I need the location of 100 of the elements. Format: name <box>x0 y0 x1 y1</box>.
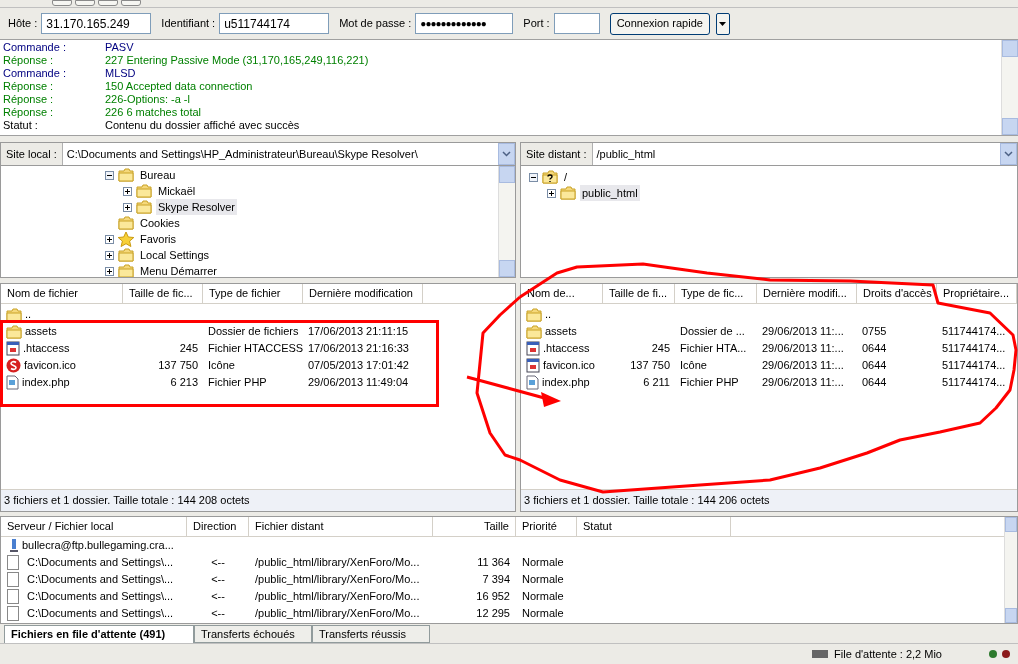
field-label: Identifiant : <box>161 16 216 32</box>
tab[interactable]: Fichiers en file d'attente (491) <box>4 625 194 643</box>
expand-icon[interactable] <box>105 234 114 244</box>
column-header[interactable]: Serveur / Fichier local <box>1 517 187 536</box>
column-header[interactable]: Taille de fi... <box>603 284 675 303</box>
table-cell-text: 137 750 <box>158 358 198 374</box>
log-message: 226 6 matches total <box>105 106 201 119</box>
tab[interactable]: Transferts échoués <box>194 625 312 643</box>
column-header[interactable]: Direction <box>187 517 249 536</box>
log-message: PASV <box>105 41 134 54</box>
summary-text: 3 fichiers et 1 dossier. Taille totale : 144 208 octets <box>4 493 250 509</box>
input-field[interactable]: 31.170.165.249 <box>41 13 152 34</box>
table-cell-text: 511744174... <box>942 341 1006 357</box>
column-header[interactable]: Type de fic... <box>675 284 757 303</box>
table-cell-text: Dossier de fichiers <box>208 324 299 340</box>
table-cell-text: assets <box>25 324 57 340</box>
file-icon <box>7 572 19 587</box>
scrollbar[interactable] <box>1001 40 1018 135</box>
tree-item[interactable]: / <box>562 168 570 186</box>
table-cell-text: 29/06/2013 11:... <box>762 341 844 357</box>
column-header[interactable]: Taille <box>433 517 516 536</box>
log-label: Réponse : <box>3 93 55 106</box>
question-folder-icon <box>542 170 558 184</box>
table-cell-text: assets <box>545 324 577 340</box>
table-cell-text: C:\Documents and Settings\... <box>27 555 174 571</box>
tree-item[interactable]: Cookies <box>138 214 182 232</box>
table-cell-text: 17/06/2013 21:11:15 <box>308 324 409 340</box>
port-field[interactable] <box>553 13 600 34</box>
expand-icon[interactable] <box>547 188 556 198</box>
table-cell-text: 29/06/2013 11:... <box>762 375 844 391</box>
table-cell-text: Dossier de ... <box>680 324 745 340</box>
collapse-icon[interactable] <box>529 172 538 182</box>
expand-icon[interactable] <box>105 250 114 260</box>
tree-item[interactable]: Bureau <box>138 166 178 184</box>
column-header[interactable]: Dernière modifi... <box>757 284 857 303</box>
scrollbar[interactable] <box>498 166 515 277</box>
chevron-down-icon <box>502 151 511 157</box>
password-field[interactable]: ●●●●●●●●●●●●● <box>415 13 514 34</box>
table-cell-text: Normale <box>522 572 564 588</box>
folder-icon <box>526 307 542 322</box>
table-cell-text: <-- <box>211 572 225 588</box>
column-header[interactable]: Type de fichier <box>203 284 303 303</box>
folder-icon <box>118 216 134 230</box>
table-cell-text: 0644 <box>862 375 887 391</box>
column-header[interactable]: Fichier distant <box>249 517 433 536</box>
dropdown-button[interactable] <box>715 12 730 35</box>
toolbar-button[interactable] <box>75 0 95 6</box>
queue-icon <box>812 649 829 659</box>
log-message: Contenu du dossier affiché avec succès <box>105 119 300 132</box>
collapse-icon[interactable] <box>105 170 114 180</box>
table-cell-text: Icône <box>680 358 707 374</box>
log-label: Réponse : <box>3 80 55 93</box>
log-label: Réponse : <box>3 54 55 67</box>
document-icon <box>6 375 19 390</box>
tree-item[interactable]: Mickaël <box>156 182 198 200</box>
quickconnect-button[interactable]: Connexion rapide <box>609 12 710 35</box>
tree-item[interactable]: Menu Démarrer <box>138 262 220 277</box>
table-cell-text: .htaccess <box>23 341 70 357</box>
star-icon <box>118 231 134 247</box>
table-cell-text: 0644 <box>862 341 887 357</box>
tab[interactable]: Transferts réussis <box>312 625 430 643</box>
toolbar-button[interactable] <box>98 0 118 6</box>
table-cell-text: 6 213 <box>170 375 198 391</box>
tree-item[interactable]: Skype Resolver <box>156 198 238 216</box>
table-cell-text: 511744174... <box>942 358 1006 374</box>
folder-icon <box>560 186 576 200</box>
column-header[interactable]: Nom de fichier <box>1 284 123 303</box>
tree-item[interactable]: Favoris <box>138 230 179 248</box>
path-field[interactable]: /public_html <box>592 143 1000 165</box>
folder-icon <box>526 324 542 339</box>
column-header[interactable]: Priorité <box>516 517 577 536</box>
path-field[interactable]: C:\Documents and Settings\HP_Administrateur\Bureau\Skype Resolver\ <box>62 143 498 165</box>
column-header[interactable]: Droits d'accès <box>857 284 937 303</box>
table-cell-text: 29/06/2013 11:49:04 <box>308 375 409 391</box>
table-cell-text: index.php <box>542 375 590 391</box>
table-cell-text: 137 750 <box>630 358 670 374</box>
column-header[interactable]: Statut <box>577 517 731 536</box>
table-cell-text: Fichier HTA... <box>680 341 747 357</box>
tree-item[interactable]: public_html <box>580 184 640 202</box>
table-cell-text: 7 394 <box>482 572 510 588</box>
input-field[interactable]: u511744174 <box>219 13 330 34</box>
log-label: Commande : <box>3 41 67 54</box>
table-cell-text: 29/06/2013 11:... <box>762 324 844 340</box>
tree-item[interactable]: Local Settings <box>138 246 212 264</box>
table-cell-text: Fichier PHP <box>208 375 267 391</box>
s-badge-icon <box>6 358 21 373</box>
toolbar-button[interactable] <box>121 0 141 6</box>
expand-icon[interactable] <box>123 186 132 196</box>
field-label: Port : <box>523 16 550 32</box>
column-header[interactable]: Dernière modification <box>303 284 423 303</box>
column-header[interactable]: Taille de fic... <box>123 284 203 303</box>
expand-icon[interactable] <box>105 266 114 276</box>
expand-icon[interactable] <box>123 202 132 212</box>
toolbar-button[interactable] <box>52 0 72 6</box>
table-cell-text: 16 952 <box>476 589 510 605</box>
table-cell-text: /public_html/library/XenForo/Mo... <box>255 572 420 588</box>
summary-text: 3 fichiers et 1 dossier. Taille totale : 144 206 octets <box>524 493 770 509</box>
table-cell-text: 12 295 <box>476 606 510 622</box>
scrollbar[interactable] <box>1004 517 1017 623</box>
column-header[interactable]: Propriétaire... <box>937 284 1017 303</box>
